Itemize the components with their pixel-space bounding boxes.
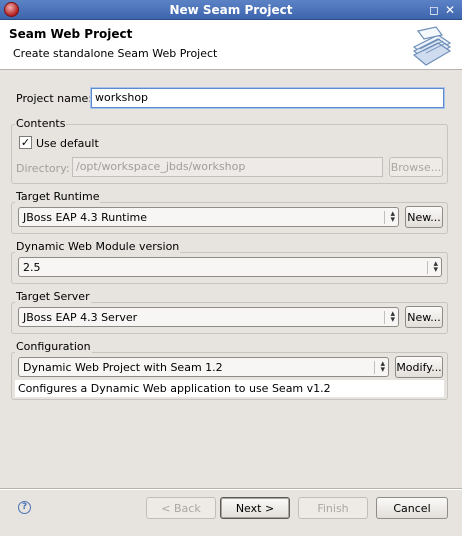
window-title: New Seam Project — [169, 3, 293, 17]
new-server-button[interactable]: New... — [405, 306, 443, 328]
target-server-selected: JBoss EAP 4.3 Server — [23, 311, 138, 324]
target-server-combo[interactable]: JBoss EAP 4.3 Server ▴ ▾ — [18, 307, 399, 327]
target-runtime-selected: JBoss EAP 4.3 Runtime — [23, 211, 148, 224]
combo-arrows-icon: ▴ ▾ — [427, 260, 438, 275]
use-default-label: Use default — [36, 137, 99, 150]
contents-group-title: Contents — [15, 117, 67, 130]
new-runtime-button[interactable]: New... — [405, 206, 443, 228]
close-icon[interactable]: ✕ — [443, 3, 457, 17]
window-titlebar: New Seam Project ◻ ✕ — [0, 0, 462, 20]
help-icon[interactable]: ? — [18, 501, 31, 514]
directory-input[interactable]: /opt/workspace_jbds/workshop — [72, 157, 383, 177]
directory-label: Directory: — [16, 162, 70, 175]
configuration-description: Configures a Dynamic Web application to … — [18, 382, 331, 395]
project-name-input[interactable]: workshop — [91, 88, 444, 108]
module-version-combo[interactable]: 2.5 ▴ ▾ — [18, 257, 442, 277]
banner-title: Seam Web Project — [9, 27, 133, 41]
target-server-group-title: Target Server — [15, 290, 91, 303]
use-default-checkbox[interactable]: ✓ — [19, 136, 32, 149]
configuration-group-title: Configuration — [15, 340, 92, 353]
module-version-selected: 2.5 — [23, 261, 41, 274]
maximize-icon[interactable]: ◻ — [427, 3, 441, 17]
combo-arrows-icon: ▴ ▾ — [384, 210, 395, 225]
finish-button[interactable]: Finish — [298, 497, 368, 519]
seam-wizard-graphic-icon — [408, 23, 454, 67]
banner-description: Create standalone Seam Web Project — [13, 47, 218, 60]
target-runtime-combo[interactable]: JBoss EAP 4.3 Runtime ▴ ▾ — [18, 207, 399, 227]
modify-configuration-button[interactable]: Modify... — [395, 356, 443, 378]
next-button[interactable]: Next > — [220, 497, 290, 519]
browse-button[interactable]: Browse... — [389, 157, 443, 177]
combo-arrows-icon: ▴ ▾ — [374, 360, 385, 375]
configuration-selected: Dynamic Web Project with Seam 1.2 — [23, 361, 223, 374]
project-name-label: Project name: — [16, 92, 93, 105]
back-button[interactable]: < Back — [146, 497, 216, 519]
use-default-text: Use default — [36, 137, 99, 150]
target-runtime-group-title: Target Runtime — [15, 190, 101, 203]
configuration-description-box: Configures a Dynamic Web application to … — [15, 380, 444, 397]
footer-separator — [0, 488, 462, 490]
cancel-button[interactable]: Cancel — [376, 497, 448, 519]
module-version-group-title: Dynamic Web Module version — [15, 240, 181, 253]
wizard-banner: Seam Web Project Create standalone Seam … — [0, 20, 462, 70]
combo-arrows-icon: ▴ ▾ — [384, 310, 395, 325]
configuration-combo[interactable]: Dynamic Web Project with Seam 1.2 ▴ ▾ — [18, 357, 389, 377]
